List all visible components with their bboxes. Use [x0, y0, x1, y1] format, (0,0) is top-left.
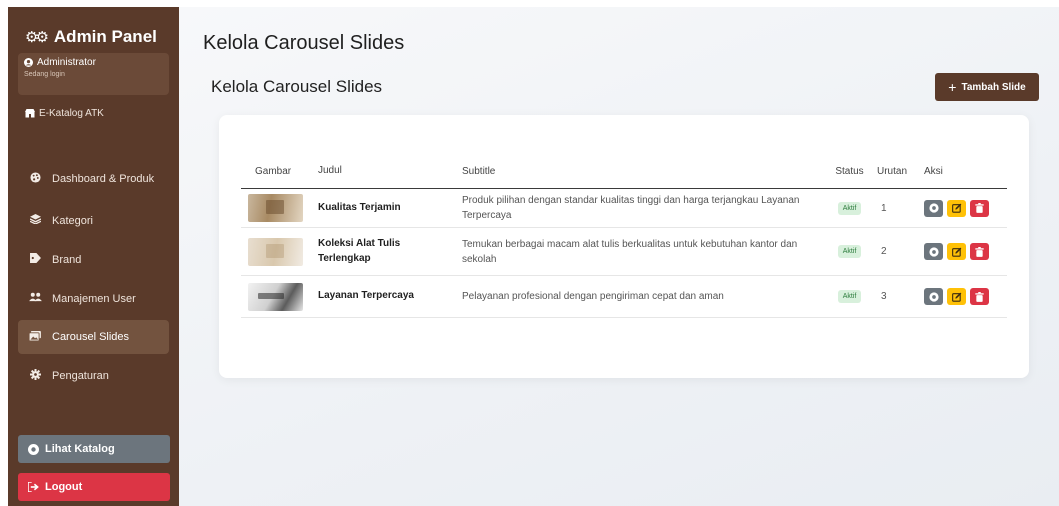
edit-icon	[951, 247, 961, 257]
status-cell: Aktif	[826, 290, 873, 303]
edit-icon	[951, 292, 961, 302]
sidebar-item-settings[interactable]: Pengaturan	[18, 357, 169, 394]
sidebar-item-label: Dashboard & Produk	[52, 172, 155, 185]
view-button[interactable]	[924, 199, 943, 217]
user-name: Administrator	[24, 57, 163, 68]
sidebar-item-label: Manajemen User	[52, 292, 136, 305]
view-button[interactable]	[924, 243, 943, 260]
actions-cell	[924, 243, 1007, 260]
actions-cell	[924, 288, 1007, 305]
sidebar-item-label: Brand	[52, 253, 82, 266]
slide-order: 2	[881, 246, 887, 257]
table-row: Koleksi Alat Tulis Terlengkap Temukan be…	[241, 228, 1007, 276]
brand-label: Admin Panel	[53, 27, 157, 46]
top-strip	[0, 0, 1059, 7]
trash-icon	[975, 203, 984, 213]
slides-table: Gambar Judul Subtitle Status Urutan Aksi…	[241, 155, 1007, 318]
slide-subtitle: Produk pilihan dengan standar kualitas t…	[462, 195, 800, 221]
plus-icon: +	[948, 79, 957, 95]
user-circle-icon	[24, 58, 33, 67]
brand[interactable]: ⚙⚙ Admin Panel	[25, 27, 157, 47]
sidebar-item-kategori[interactable]: Kategori	[18, 202, 169, 239]
slide-subtitle: Temukan berbagai macam alat tulis berkua…	[462, 238, 798, 265]
logout-icon	[28, 482, 39, 492]
view-catalog-label: Lihat Katalog	[45, 443, 115, 455]
view-catalog-button[interactable]: Lihat Katalog	[18, 435, 170, 463]
eye-icon	[928, 246, 939, 257]
col-header-actions: Aksi	[924, 166, 943, 177]
status-badge: Aktif	[837, 245, 862, 258]
main-content: Kelola Carousel Slides Kelola Carousel S…	[179, 7, 1059, 506]
sidebar-item-label: Kategori	[52, 214, 93, 227]
sidebar-item-users[interactable]: Manajemen User	[18, 280, 169, 317]
add-slide-label: Tambah Slide	[961, 81, 1026, 93]
sidebar-item-dashboard[interactable]: Dashboard & Produk	[18, 158, 169, 200]
view-button[interactable]	[924, 288, 943, 305]
gear-icon	[28, 368, 42, 383]
edit-button[interactable]	[947, 243, 966, 260]
slides-card: Gambar Judul Subtitle Status Urutan Aksi…	[219, 115, 1029, 378]
logout-button[interactable]: Logout	[18, 473, 170, 501]
table-row: Kualitas Terjamin Produk pilihan dengan …	[241, 189, 1007, 228]
status-cell: Aktif	[826, 245, 873, 258]
catalog-link-label: E-Katalog ATK	[39, 108, 104, 119]
delete-button[interactable]	[970, 243, 989, 260]
eye-icon	[28, 443, 39, 455]
trash-icon	[975, 246, 984, 257]
slide-order: 3	[881, 291, 887, 302]
page-title: Kelola Carousel Slides	[203, 32, 405, 54]
edit-button[interactable]	[947, 199, 966, 217]
eye-icon	[928, 203, 939, 213]
status-cell: Aktif	[826, 201, 873, 215]
slide-title: Layanan Terpercaya	[318, 290, 414, 302]
slide-thumbnail	[248, 194, 303, 222]
add-slide-button[interactable]: + Tambah Slide	[935, 73, 1039, 101]
store-icon	[25, 109, 35, 118]
user-name-label: Administrator	[37, 57, 96, 68]
slide-title: Kualitas Terjamin	[318, 201, 401, 213]
table-header: Gambar Judul Subtitle Status Urutan Aksi	[241, 155, 1007, 189]
sidebar-item-label: Carousel Slides	[52, 331, 130, 343]
col-header-title: Judul	[318, 165, 342, 177]
user-status: Sedang login	[24, 71, 65, 78]
actions-cell	[924, 199, 1007, 217]
section-title: Kelola Carousel Slides	[211, 77, 383, 96]
slide-order: 1	[881, 202, 887, 214]
palette-icon	[28, 172, 42, 186]
thumbnail-cell	[241, 237, 318, 266]
sidebar-nav: Dashboard & Produk Kategori Brand Manaje…	[18, 158, 169, 394]
slide-thumbnail	[248, 282, 303, 311]
gears-icon: ⚙⚙	[25, 29, 49, 46]
users-icon	[28, 292, 42, 305]
status-badge: Aktif	[837, 201, 862, 215]
edit-button[interactable]	[947, 288, 966, 305]
col-header-image: Gambar	[255, 166, 292, 177]
table-row: Layanan Terpercaya Pelayanan profesional…	[241, 276, 1007, 318]
col-header-order: Urutan	[877, 166, 908, 177]
tag-icon	[28, 253, 42, 266]
slide-subtitle: Pelayanan profesional dengan pengiriman …	[462, 291, 724, 302]
images-icon	[28, 330, 42, 344]
trash-icon	[975, 291, 984, 302]
sidebar: ⚙⚙ Admin Panel Administrator Sedang logi…	[8, 7, 179, 506]
col-header-subtitle: Subtitle	[462, 166, 496, 177]
user-box: Administrator Sedang login	[18, 53, 169, 95]
thumbnail-cell	[241, 194, 318, 222]
status-badge: Aktif	[837, 290, 862, 303]
layers-icon	[28, 214, 42, 227]
slide-title: Koleksi Alat Tulis Terlengkap	[318, 238, 401, 264]
sidebar-item-label: Pengaturan	[52, 369, 109, 382]
delete-button[interactable]	[970, 199, 989, 217]
thumbnail-cell	[241, 282, 318, 311]
sidebar-item-carousel[interactable]: Carousel Slides	[18, 320, 169, 354]
eye-icon	[928, 291, 939, 302]
col-header-status: Status	[835, 166, 864, 177]
sidebar-item-brand[interactable]: Brand	[18, 241, 169, 278]
catalog-link[interactable]: E-Katalog ATK	[25, 108, 104, 119]
logout-label: Logout	[45, 481, 83, 493]
edit-icon	[951, 203, 961, 213]
delete-button[interactable]	[970, 288, 989, 305]
slide-thumbnail	[248, 237, 303, 266]
